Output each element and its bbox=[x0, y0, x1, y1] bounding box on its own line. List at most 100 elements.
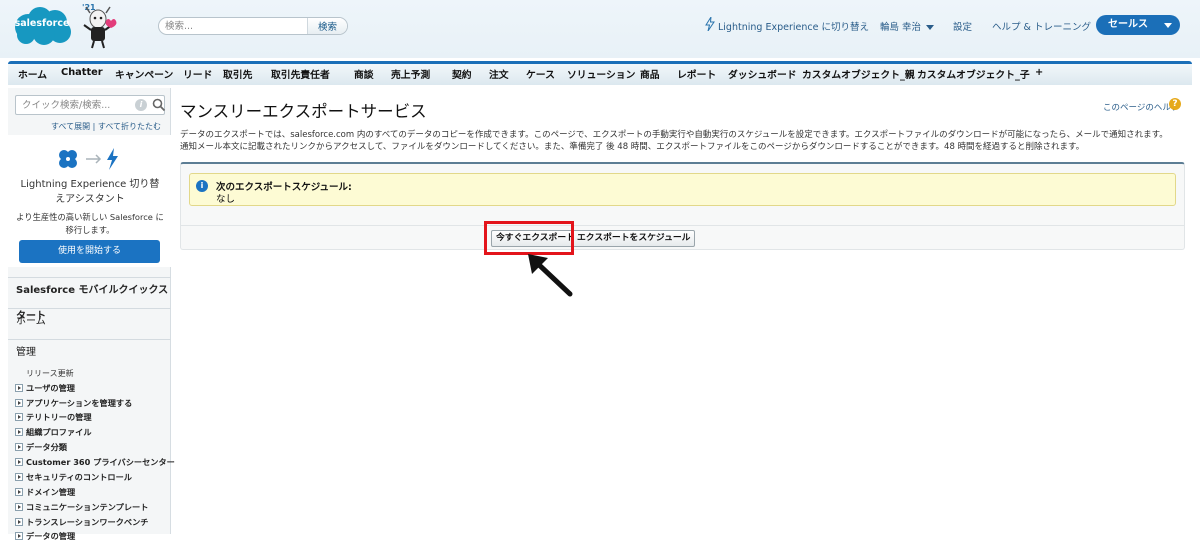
sidebar-item-label: トランスレーションワークベンチ bbox=[26, 517, 149, 527]
sidebar-item-label: ドメイン管理 bbox=[26, 487, 76, 497]
expand-icon bbox=[15, 399, 23, 407]
migration-icon bbox=[59, 148, 118, 170]
search-icon[interactable] bbox=[152, 98, 166, 112]
release-updates-link[interactable]: リリース更新 bbox=[26, 368, 74, 379]
tab-opportunities[interactable]: 商談 bbox=[354, 67, 374, 81]
tab-chatter[interactable]: Chatter bbox=[61, 67, 103, 78]
expand-all-link[interactable]: すべて展開 bbox=[51, 122, 90, 131]
tab-bar: ホーム Chatter キャンペーン リード 取引先 取引先責任者 商談 売上予… bbox=[8, 61, 1192, 85]
expand-collapse-links: すべて展開 | すべて折りたたむ bbox=[8, 121, 171, 132]
quick-search-input[interactable] bbox=[16, 96, 126, 114]
get-started-button[interactable]: 使用を開始する bbox=[19, 240, 160, 263]
info-icon[interactable]: i bbox=[135, 99, 147, 111]
tab-dashboards[interactable]: ダッシュボード bbox=[728, 67, 797, 81]
next-export-heading: 次のエクスポートスケジュール: bbox=[216, 182, 352, 193]
page-description: データのエクスポートでは、salesforce.com 内のすべてのデータのコピ… bbox=[180, 129, 1190, 153]
tab-contacts[interactable]: 取引先責任者 bbox=[271, 67, 330, 81]
tab-solutions[interactable]: ソリューション bbox=[567, 67, 635, 81]
sidebar-item-comm-templates[interactable]: コミュニケーションテンプレート bbox=[15, 501, 148, 513]
tab-forecasts[interactable]: 売上予測 bbox=[391, 67, 430, 81]
sidebar-item-label: 組織プロファイル bbox=[26, 427, 92, 437]
sidebar-item-label: セキュリティのコントロール bbox=[26, 472, 132, 482]
expand-icon bbox=[15, 428, 23, 436]
salesforce-logo[interactable]: salesforce bbox=[10, 5, 74, 47]
sidebar-item-security[interactable]: セキュリティのコントロール bbox=[15, 471, 132, 483]
schedule-export-button[interactable]: エクスポートをスケジュール bbox=[572, 230, 696, 247]
tab-custom-object-child[interactable]: カスタムオブジェクト_子 bbox=[917, 67, 1030, 81]
mascot-icon bbox=[83, 6, 117, 49]
info-icon: i bbox=[196, 180, 208, 192]
tab-reports[interactable]: レポート bbox=[677, 67, 716, 81]
tab-cases[interactable]: ケース bbox=[526, 67, 555, 81]
sidebar-item-label: Customer 360 プライバシーセンター bbox=[26, 457, 175, 467]
tab-leads[interactable]: リード bbox=[183, 67, 212, 81]
app-name: セールス bbox=[1108, 19, 1148, 30]
header: salesforce '21 検索 Lightning Experience に… bbox=[0, 0, 1200, 58]
next-export-value: なし bbox=[216, 194, 236, 205]
tab-campaigns[interactable]: キャンペーン bbox=[115, 67, 173, 81]
page-title: マンスリーエクスポートサービス bbox=[180, 102, 427, 121]
sidebar-admin-heading: 管理 bbox=[8, 339, 171, 365]
sidebar-item-translation[interactable]: トランスレーションワークベンチ bbox=[15, 516, 149, 528]
pointer-arrow-icon bbox=[528, 254, 573, 297]
sidebar: i すべて展開 | すべて折りたたむ Lightning Experience … bbox=[8, 88, 175, 541]
sidebar-item-users[interactable]: ユーザの管理 bbox=[15, 382, 75, 394]
expand-icon bbox=[15, 458, 23, 466]
collapse-all-link[interactable]: すべて折りたたむ bbox=[98, 122, 161, 131]
sidebar-home-link[interactable]: ホーム bbox=[8, 308, 171, 334]
sidebar-item-label: ユーザの管理 bbox=[26, 383, 75, 393]
sidebar-item-domain[interactable]: ドメイン管理 bbox=[15, 486, 75, 498]
schedule-info-box: i 次のエクスポートスケジュール: なし bbox=[189, 173, 1176, 206]
sidebar-item-label: データの管理 bbox=[26, 531, 76, 541]
chevron-down-icon bbox=[926, 25, 935, 30]
description-line: 通知メール本文に記載されたリンクからアクセスして、ファイルをダウンロードしてくだ… bbox=[180, 142, 1085, 152]
logo-text: salesforce bbox=[14, 18, 70, 29]
lightning-assistant-title: Lightning Experience 切り替えアシスタント bbox=[20, 179, 160, 205]
sidebar-item-apps[interactable]: アプリケーションを管理する bbox=[15, 397, 132, 409]
lightning-bolt-icon bbox=[705, 17, 715, 31]
quick-search: i bbox=[15, 95, 166, 115]
chevron-down-icon bbox=[1164, 23, 1172, 28]
setup-link[interactable]: 設定 bbox=[953, 19, 972, 33]
sidebar-item-label: テリトリーの管理 bbox=[26, 412, 92, 422]
sidebar-item-territories[interactable]: テリトリーの管理 bbox=[15, 411, 92, 423]
expand-icon bbox=[15, 473, 23, 481]
sidebar-item-privacy-center[interactable]: Customer 360 プライバシーセンター bbox=[15, 456, 175, 468]
lightning-assistant-panel: Lightning Experience 切り替えアシスタント より生産性の高い… bbox=[8, 135, 171, 267]
sidebar-item-data-management[interactable]: データの管理 bbox=[15, 530, 75, 542]
tab-home[interactable]: ホーム bbox=[18, 67, 47, 81]
sidebar-item-label: コミュニケーションテンプレート bbox=[26, 502, 149, 512]
description-line: データのエクスポートでは、salesforce.com 内のすべてのデータのコピ… bbox=[180, 130, 1168, 140]
expand-icon bbox=[15, 503, 23, 511]
panel-divider bbox=[181, 225, 1184, 226]
link-separator: | bbox=[92, 122, 96, 131]
user-menu[interactable]: 輪島 幸治 bbox=[880, 19, 935, 33]
tab-orders[interactable]: 注文 bbox=[489, 67, 509, 81]
expand-icon bbox=[15, 488, 23, 496]
user-name: 輪島 幸治 bbox=[880, 22, 922, 33]
sidebar-item-label: データ分類 bbox=[26, 442, 67, 452]
page-help-link[interactable]: このページのヘルプ bbox=[1103, 101, 1179, 113]
tab-contracts[interactable]: 契約 bbox=[452, 67, 472, 81]
tab-accounts[interactable]: 取引先 bbox=[223, 67, 252, 81]
sidebar-item-label: アプリケーションを管理する bbox=[26, 398, 133, 408]
global-search: 検索 bbox=[158, 17, 348, 35]
help-icon[interactable]: ? bbox=[1169, 98, 1181, 110]
search-button[interactable]: 検索 bbox=[307, 18, 347, 34]
tab-custom-object-parent[interactable]: カスタムオブジェクト_親 bbox=[802, 67, 915, 81]
search-input[interactable] bbox=[159, 18, 309, 34]
expand-icon bbox=[15, 532, 23, 540]
expand-icon bbox=[15, 518, 23, 526]
app-switcher[interactable]: セールス bbox=[1096, 15, 1180, 35]
add-tab-icon[interactable]: + bbox=[1035, 67, 1043, 78]
lightning-assistant-description: より生産性の高い新しい Salesforce に移行します。 bbox=[16, 212, 164, 235]
sidebar-item-company-profile[interactable]: 組織プロファイル bbox=[15, 426, 92, 438]
expand-icon bbox=[15, 443, 23, 451]
tab-products[interactable]: 商品 bbox=[640, 67, 660, 81]
expand-icon bbox=[15, 413, 23, 421]
sidebar-item-data-classification[interactable]: データ分類 bbox=[15, 441, 67, 453]
switch-to-lightning-link[interactable]: Lightning Experience に切り替え bbox=[718, 19, 869, 33]
mobile-quickstart-link[interactable]: Salesforce モバイルクイックスタート bbox=[8, 277, 171, 322]
help-training-link[interactable]: ヘルプ & トレーニング bbox=[992, 19, 1091, 33]
expand-icon bbox=[15, 384, 23, 392]
